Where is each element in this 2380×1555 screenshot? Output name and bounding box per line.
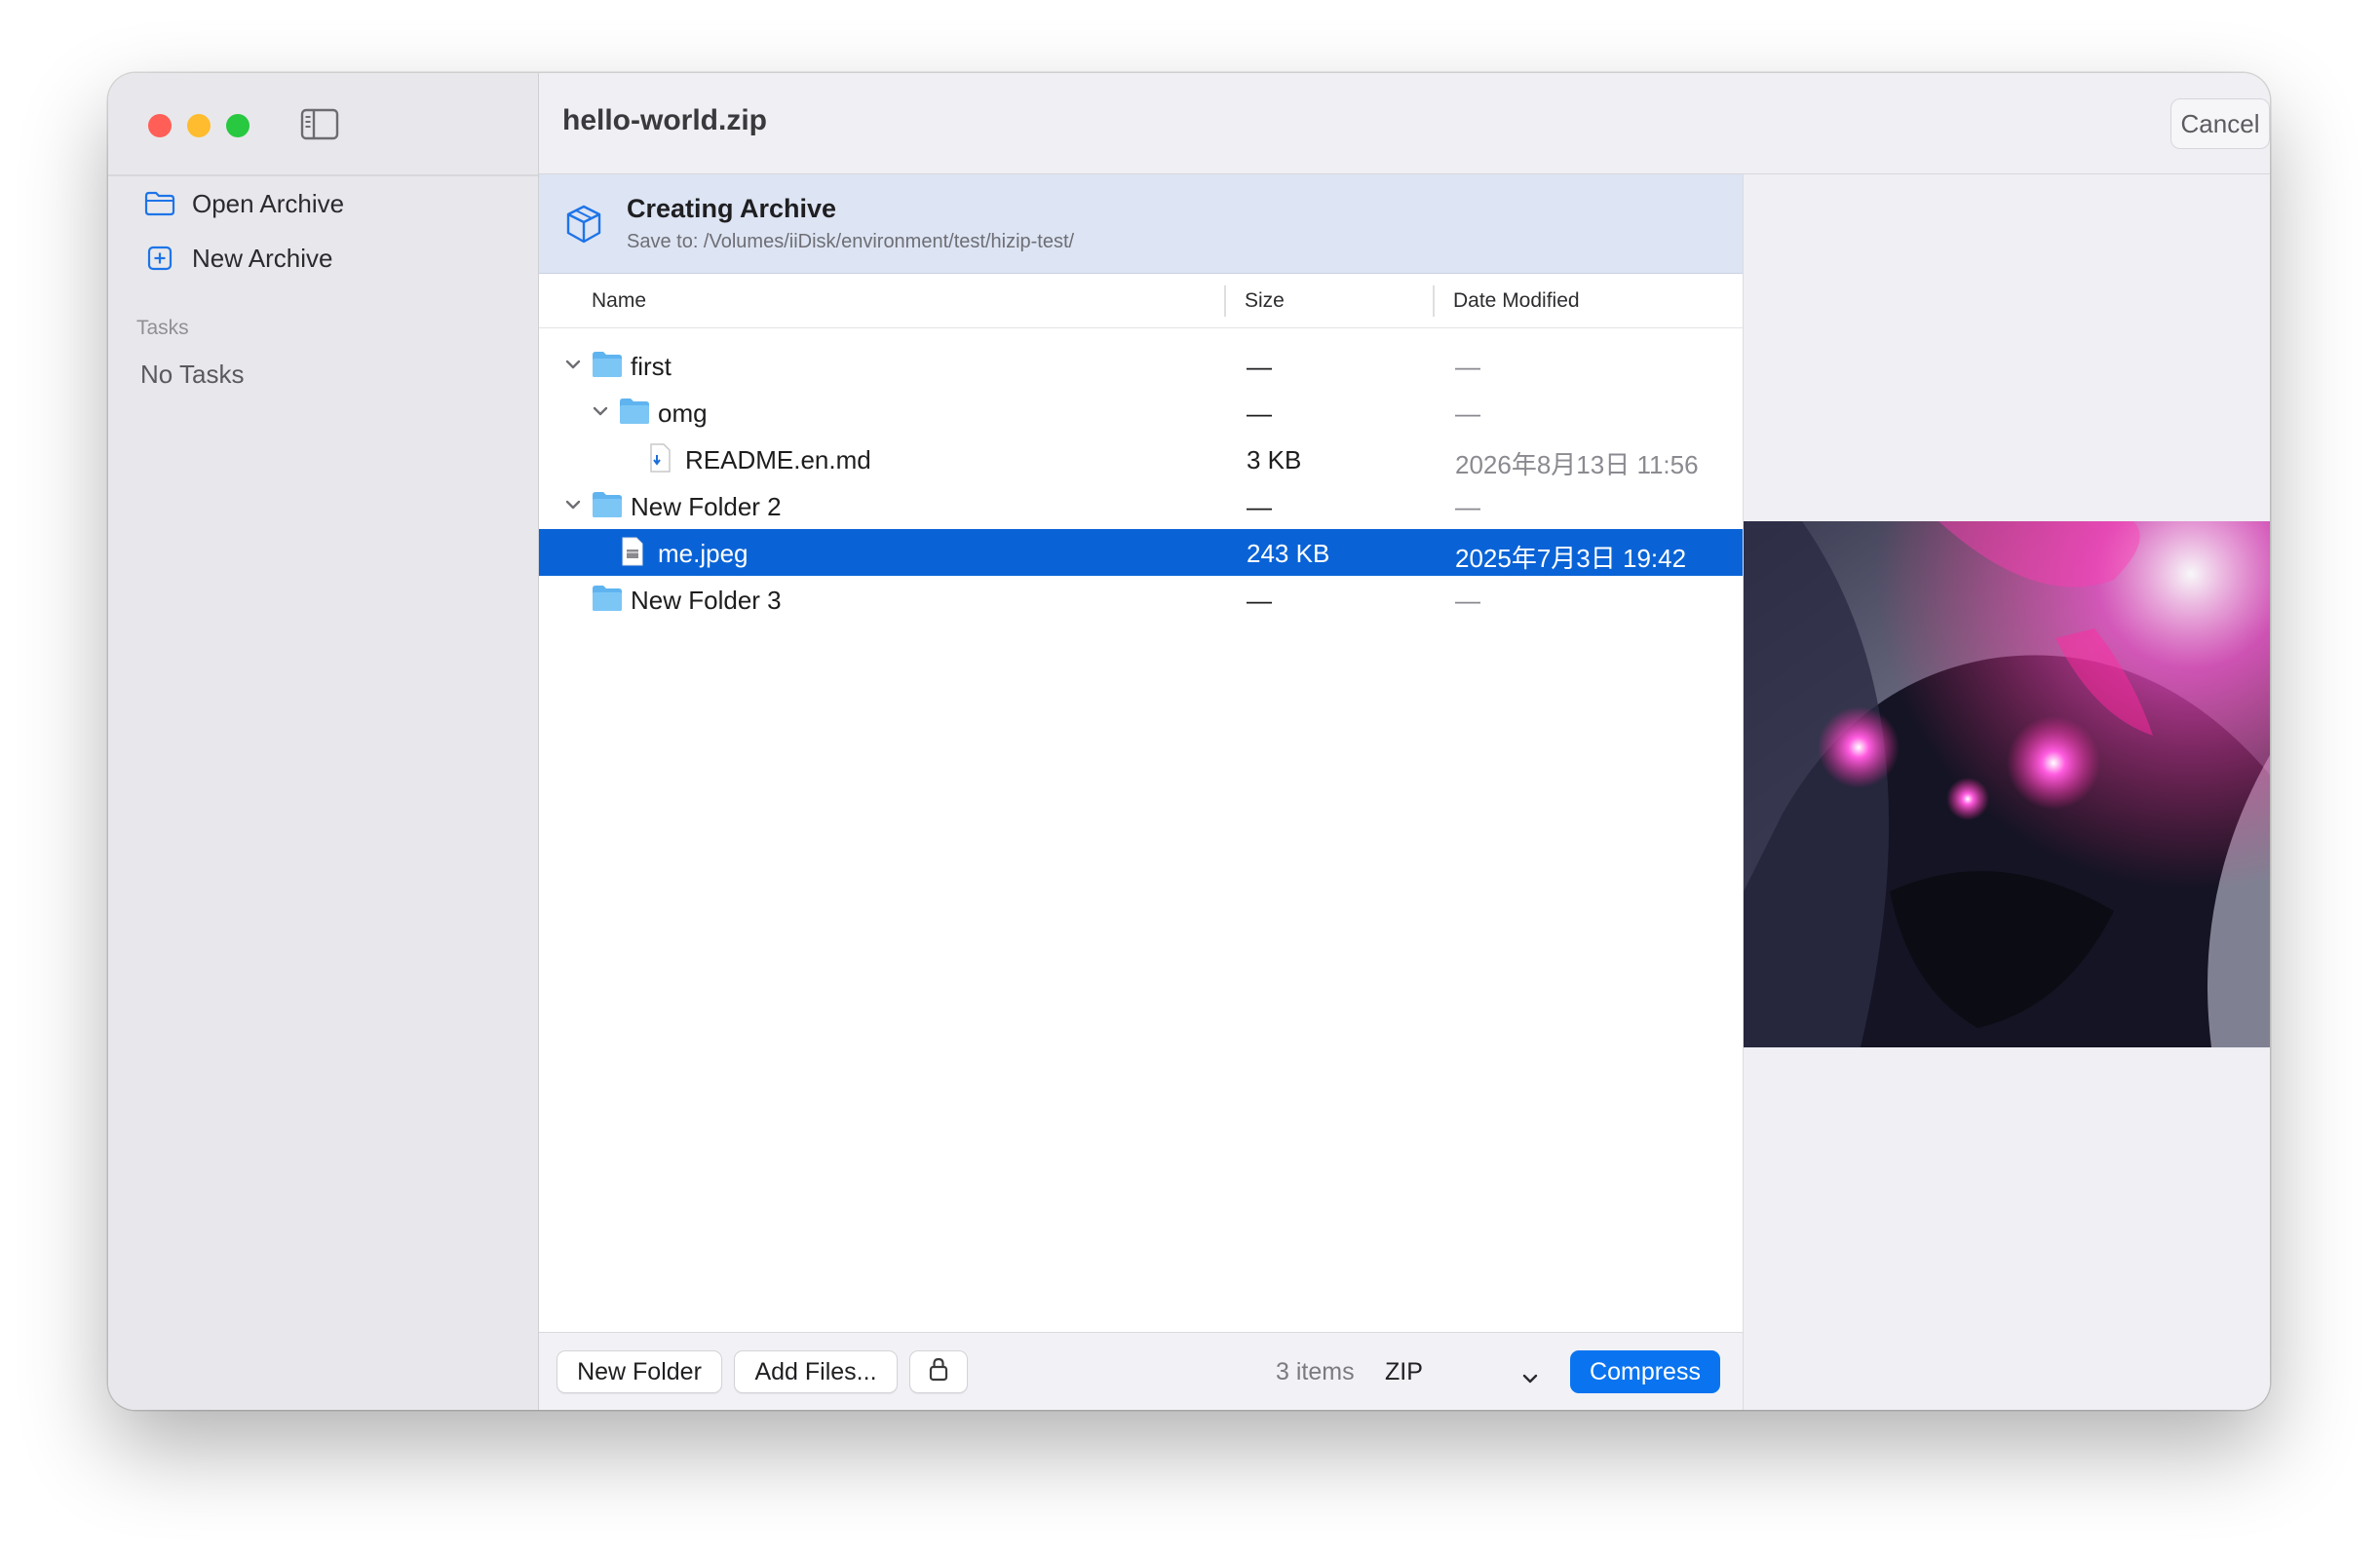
format-select[interactable]: ZIP [1385,1352,1549,1391]
column-size[interactable]: Size [1245,289,1285,313]
sidebar: Open Archive New Archive Tasks No Tasks [108,73,539,1410]
creating-archive-banner: Creating Archive Save to: /Volumes/iiDis… [539,174,1743,274]
chevron-down-icon[interactable] [562,494,584,515]
sidebar-item-new-archive[interactable]: New Archive [143,237,333,280]
file-name: first [631,352,672,381]
minimize-window-button[interactable] [187,114,211,137]
cancel-button[interactable]: Cancel [2170,98,2270,149]
file-size: 243 KB [1247,539,1330,568]
new-folder-button[interactable]: New Folder [557,1350,722,1393]
folder-icon [592,491,623,523]
sidebar-item-open-archive[interactable]: Open Archive [143,182,344,225]
folder-icon [592,585,623,617]
bottom-toolbar: New Folder Add Files... 3 items ZIP Comp… [539,1332,1743,1410]
items-count: 3 items [1276,1358,1355,1385]
sidebar-divider [108,174,538,176]
chevron-down-icon[interactable] [562,354,584,375]
file-size: — [1247,398,1272,428]
file-row-omg[interactable]: omg — — [539,389,1743,436]
file-size: — [1247,492,1272,521]
sidebar-item-label: New Archive [192,243,333,273]
plus-square-icon [143,242,176,275]
window-title: hello-world.zip [562,104,767,136]
file-row-me-jpeg[interactable]: me.jpeg 243 KB 2025年7月3日 19:42 [539,529,1743,576]
file-name: README.en.md [685,445,871,474]
tasks-empty-text: No Tasks [140,360,245,389]
column-date-modified[interactable]: Date Modified [1453,289,1580,313]
file-name: me.jpeg [658,539,749,568]
compress-button[interactable]: Compress [1570,1350,1720,1393]
file-row-new-folder-3[interactable]: New Folder 3 — — [539,576,1743,623]
sidebar-item-label: Open Archive [192,188,345,218]
folder-icon [619,398,650,430]
sidebar-toggle-icon[interactable] [300,108,339,146]
app-window: Open Archive New Archive Tasks No Tasks … [108,73,2270,1410]
column-separator[interactable] [1433,285,1435,317]
column-header: Name Size Date Modified [539,274,1743,328]
file-name: New Folder 2 [631,492,782,521]
file-date: 2025年7月3日 19:42 [1455,544,1687,573]
markdown-file-icon [648,443,672,477]
image-preview [1744,521,2270,1047]
file-row-readme[interactable]: README.en.md 3 KB 2026年8月13日 11:56 [539,436,1743,482]
lock-button[interactable] [909,1350,968,1393]
file-size: — [1247,586,1272,615]
format-value: ZIP [1385,1358,1423,1385]
tasks-heading: Tasks [136,317,189,339]
file-row-first[interactable]: first — — [539,342,1743,389]
file-size: 3 KB [1247,445,1302,474]
chevron-down-icon[interactable] [590,400,611,422]
archive-panel: Creating Archive Save to: /Volumes/iiDis… [539,174,1744,1410]
folder-icon [143,187,176,220]
column-separator[interactable] [1224,285,1226,317]
file-row-new-folder-2[interactable]: New Folder 2 — — [539,482,1743,529]
zoom-window-button[interactable] [226,114,250,137]
image-file-icon [621,537,644,571]
file-date: — [1455,492,1480,521]
file-name: New Folder 3 [631,586,782,615]
file-name: omg [658,398,708,428]
file-date: — [1455,398,1480,428]
chevron-down-icon [1521,1364,1539,1392]
file-date: — [1455,586,1480,615]
title-bar: hello-world.zip Cancel [539,73,2270,174]
lock-icon [928,1356,949,1388]
save-path: Save to: /Volumes/iiDisk/environment/tes… [627,231,1075,252]
banner-title: Creating Archive [627,194,837,223]
folder-icon [592,351,623,383]
close-window-button[interactable] [148,114,172,137]
file-size: — [1247,352,1272,381]
column-name[interactable]: Name [592,289,646,313]
file-date: 2026年8月13日 11:56 [1455,450,1699,479]
add-files-button[interactable]: Add Files... [734,1350,898,1393]
preview-pane [1744,174,2270,1410]
box-icon [564,204,603,249]
file-date: — [1455,352,1480,381]
